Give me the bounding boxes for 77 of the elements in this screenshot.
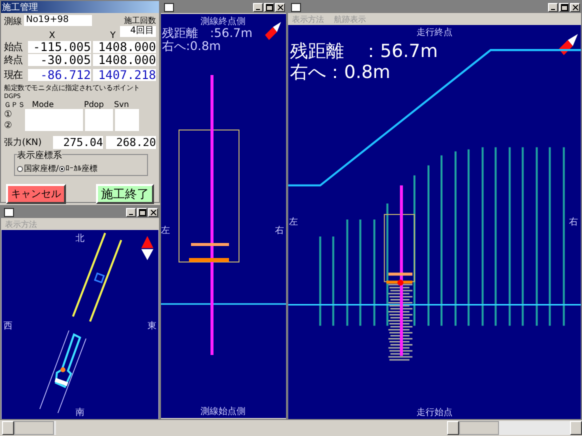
group-label: 表示座標系 (17, 149, 62, 162)
north-label: 北 (76, 234, 84, 244)
distance-text: 残距離 ：56.7m (290, 41, 438, 62)
compass-icon (141, 236, 154, 260)
svn-field (115, 120, 139, 131)
left-label: 左 (161, 226, 170, 236)
top-label: 走行終点 (416, 28, 452, 38)
scrollbar[interactable] (447, 421, 582, 435)
target-marker (94, 272, 105, 284)
count-field[interactable]: 4回目 (120, 26, 156, 37)
point-label: 現在 (4, 69, 24, 82)
column-header: Pdop (84, 100, 105, 109)
close-button[interactable] (570, 2, 580, 12)
x-value-field: -30.005 (28, 54, 91, 66)
cancel-button[interactable]: キャンセル (6, 184, 66, 204)
close-button[interactable] (275, 2, 285, 12)
radio-button[interactable] (17, 166, 23, 172)
point-label: 始点 (4, 40, 24, 54)
radio-button[interactable] (58, 166, 65, 172)
left-label: 左 (289, 218, 298, 228)
column-header: Svn (114, 100, 130, 109)
row-label: ① (4, 110, 14, 120)
pdop-field (85, 109, 113, 120)
vessel-drawing (54, 333, 82, 388)
window-icon (4, 208, 14, 216)
column-header: Mode (32, 100, 55, 109)
minimize-button[interactable] (548, 2, 558, 12)
east-label: 東 (147, 322, 156, 332)
radio-label[interactable]: ﾛｰｶﾙ座標 (66, 163, 98, 174)
scrollbar[interactable] (2, 421, 56, 435)
window-title: 施工管理 (2, 2, 38, 14)
x-value-field: -115.005 (28, 41, 91, 53)
mode-field (25, 120, 83, 131)
line-label: 測線 (4, 16, 22, 28)
right-label: 右 (568, 218, 578, 228)
row-label: ② (4, 120, 14, 130)
target-frame (384, 214, 415, 282)
radio-label[interactable]: 国家座標/ (24, 163, 59, 174)
maximize-button[interactable] (264, 2, 274, 12)
line-field[interactable]: No19+98 (24, 15, 92, 26)
column-header: X (49, 31, 56, 41)
mode-field (25, 109, 83, 120)
position-dot (397, 280, 404, 286)
minimize-button[interactable] (126, 208, 136, 216)
minimize-button[interactable] (253, 2, 263, 12)
point-label: 終点 (4, 54, 24, 67)
bottom-label: 測線始点側 (200, 407, 246, 417)
count-label: 施工回数 (124, 15, 156, 26)
tool-bar (388, 272, 412, 276)
south-label: 南 (76, 408, 84, 418)
top-label: 測線終点側 (200, 17, 246, 27)
offset-text: 右へ：0.8m (290, 62, 390, 84)
window-icon (291, 2, 301, 12)
tension-label: 張力(KN) (4, 136, 43, 149)
window-icon (164, 2, 174, 12)
pdop-field (85, 120, 113, 131)
right-label: 右 (275, 226, 284, 236)
y-value-field: 1407.218 (92, 69, 156, 81)
tool-bar (189, 258, 229, 262)
y-value-field: 1408.000 (92, 54, 156, 66)
tool-bar (191, 243, 229, 246)
distance-text: 残距離 :56.7m (162, 26, 252, 40)
y-value-field: 1408.000 (92, 41, 156, 53)
maximize-button[interactable] (137, 208, 147, 216)
maximize-button[interactable] (559, 2, 569, 12)
finish-button[interactable]: 施工終了 (96, 184, 154, 204)
tension-field: 275.04 (53, 136, 103, 149)
compass-icon (558, 34, 578, 56)
column-header: Y (110, 31, 116, 41)
bottom-label: 走行始点 (416, 408, 452, 418)
close-button[interactable] (148, 208, 158, 216)
west-label: 西 (4, 322, 13, 332)
compass-icon (265, 22, 281, 40)
svn-field (115, 109, 139, 120)
tension-field: 268.20 (106, 136, 156, 149)
x-value-field: -86.712 (28, 69, 91, 81)
offset-text: 右へ:0.8m (162, 39, 221, 53)
